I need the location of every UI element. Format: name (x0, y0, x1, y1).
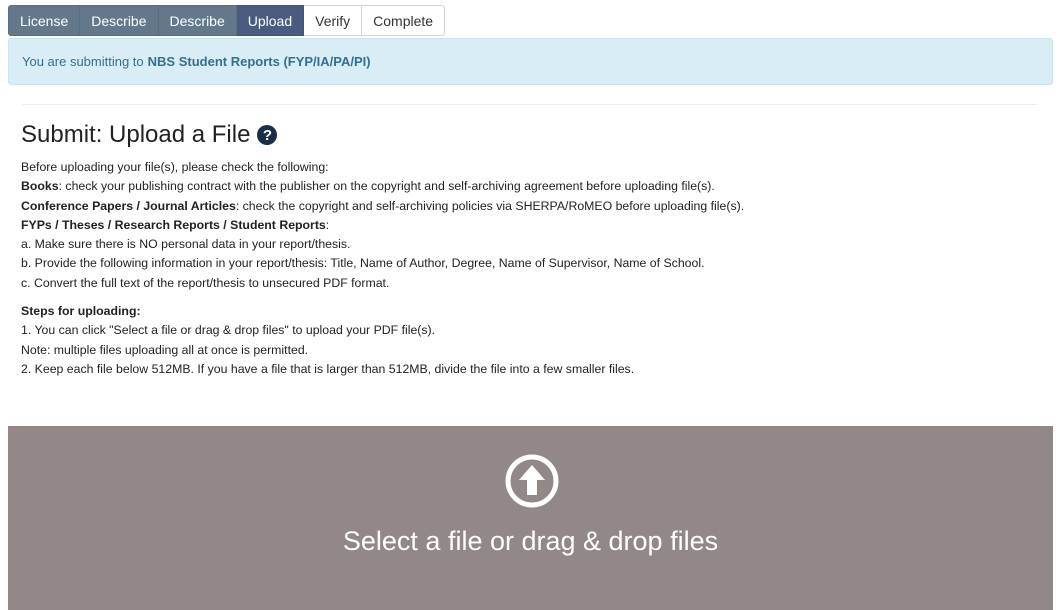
instructions-item-a: a. Make sure there is NO personal data i… (21, 237, 351, 252)
wizard-step-upload[interactable]: Upload (236, 5, 305, 36)
wizard-step-license[interactable]: License (8, 5, 81, 36)
upload-steps: Steps for uploading: 1. You can click "S… (21, 302, 634, 379)
page-title: Submit: Upload a File (21, 121, 251, 148)
instructions-intro: Before uploading your file(s), please ch… (21, 160, 329, 174)
books-text: : check your publishing contract with th… (58, 179, 715, 194)
upload-arrow-circle-icon (505, 454, 559, 508)
dropzone-label[interactable]: Select a file or drag & drop files (8, 526, 1053, 557)
page-title-row: Submit: Upload a File ? (21, 121, 278, 149)
file-dropzone[interactable]: Select a file or drag & drop files (8, 426, 1053, 610)
steps-step1: 1. You can click "Select a file or drag … (21, 323, 436, 338)
wizard-step-describe-1[interactable]: Describe (80, 5, 159, 36)
instructions-item-c: c. Convert the full text of the report/t… (21, 275, 390, 290)
papers-label: Conference Papers / Journal Articles (21, 198, 236, 213)
books-label: Books (21, 179, 59, 194)
help-icon[interactable]: ? (257, 125, 278, 145)
wizard-step-describe-2[interactable]: Describe (158, 5, 237, 36)
steps-note: Note: multiple files uploading all at on… (21, 342, 309, 357)
steps-heading: Steps for uploading: (21, 304, 141, 318)
instructions: Before uploading your file(s), please ch… (21, 158, 744, 293)
reports-text: : (325, 217, 330, 232)
collection-alert: You are submitting to NBS Student Report… (8, 38, 1053, 85)
papers-text: : check the copyright and self-archiving… (235, 198, 745, 213)
instructions-reports: FYPs / Theses / Research Reports / Stude… (21, 216, 744, 235)
divider (22, 104, 1037, 105)
alert-prefix: You are submitting to (22, 54, 144, 69)
steps-step2: 2. Keep each file below 512MB. If you ha… (21, 361, 635, 376)
instructions-item-b: b. Provide the following information in … (21, 256, 705, 271)
collection-name: NBS Student Reports (FYP/IA/PA/PI) (147, 54, 371, 69)
wizard-step-complete[interactable]: Complete (362, 5, 446, 36)
reports-label: FYPs / Theses / Research Reports / Stude… (21, 217, 326, 232)
instructions-books: Books: check your publishing contract wi… (21, 177, 744, 196)
progress-wizard: License Describe Describe Upload Verify … (8, 5, 446, 36)
instructions-papers: Conference Papers / Journal Articles: ch… (21, 197, 744, 216)
wizard-step-verify[interactable]: Verify (304, 5, 363, 36)
